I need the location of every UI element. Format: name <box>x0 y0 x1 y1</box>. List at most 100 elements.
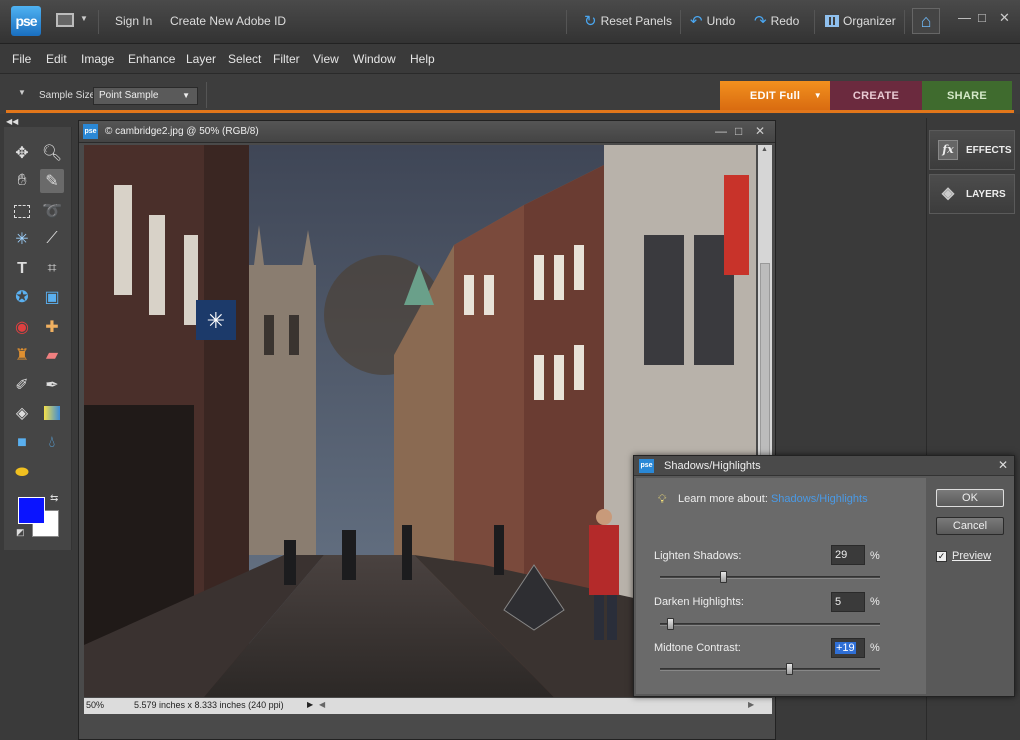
document-title: © cambridge2.jpg @ 50% (RGB/8) <box>105 126 259 137</box>
zoom-tool-icon[interactable]: 🔍︎ <box>40 141 64 165</box>
maximize-icon[interactable]: □ <box>978 10 986 25</box>
midtone-contrast-input[interactable]: +19 <box>831 638 865 658</box>
clone-stamp-tool-icon[interactable]: ♜ <box>10 343 34 367</box>
minimize-icon[interactable]: — <box>958 10 971 25</box>
darken-highlights-slider[interactable] <box>660 623 880 626</box>
eyedropper-tool-icon[interactable]: ✎ <box>40 169 64 193</box>
chevron-down-icon[interactable]: ▼ <box>18 88 26 97</box>
brush-tool-icon[interactable]: ✐ <box>10 373 34 397</box>
red-eye-tool-icon[interactable]: ◉ <box>10 315 34 339</box>
create-adobe-id-link[interactable]: Create New Adobe ID <box>170 14 286 28</box>
learn-more-link[interactable]: Shadows/Highlights <box>771 493 868 505</box>
ok-button[interactable]: OK <box>936 489 1004 507</box>
recompose-tool-icon[interactable]: ▣ <box>40 285 64 309</box>
reset-panels-button[interactable]: ↻ Reset Panels <box>584 11 672 31</box>
home-icon[interactable]: ⌂ <box>912 8 940 34</box>
preview-checkbox[interactable]: ✓ <box>936 551 947 562</box>
doc-minimize-icon[interactable]: — <box>715 124 727 138</box>
dialog-close-icon[interactable]: ✕ <box>998 458 1008 472</box>
menu-enhance[interactable]: Enhance <box>128 52 175 66</box>
sample-size-select[interactable]: Point Sample ▼ <box>93 87 198 105</box>
lighten-shadows-value: 29 <box>835 549 848 561</box>
lasso-tool-icon[interactable]: ➰ <box>40 199 64 223</box>
default-colors-icon[interactable]: ◩ <box>16 527 25 538</box>
close-icon[interactable]: ✕ <box>999 10 1010 26</box>
cookie-cutter-tool-icon[interactable]: ✪ <box>10 285 34 309</box>
redo-button[interactable]: ↷ Redo <box>754 11 799 31</box>
foreground-color-swatch[interactable] <box>18 497 45 524</box>
gradient-tool-icon[interactable] <box>40 401 64 425</box>
type-tool-icon[interactable]: T <box>10 257 34 281</box>
midtone-contrast-label: Midtone Contrast: <box>654 642 741 654</box>
sign-in-link[interactable]: Sign In <box>115 14 152 28</box>
toolbox: ✥ 🔍︎ ✋︎ ✎ ➰ ✳ ⟋ T ⌗ ✪ ▣ ◉ ✚ ♜ ▰ ✐ ✒ ◈ ■ … <box>4 127 72 550</box>
smart-brush-tool-icon[interactable]: ✒ <box>40 373 64 397</box>
shape-tool-icon[interactable]: ■ <box>10 431 34 455</box>
status-bar: 50% 5.579 inches x 8.333 inches (240 ppi… <box>84 698 772 714</box>
healing-brush-tool-icon[interactable]: ✚ <box>40 315 64 339</box>
tab-create[interactable]: CREATE <box>830 81 922 111</box>
scroll-left-icon[interactable]: ◀ <box>319 700 325 709</box>
quick-selection-tool-icon[interactable]: ⟋ <box>40 227 64 251</box>
doc-maximize-icon[interactable]: □ <box>735 124 742 138</box>
tab-share[interactable]: SHARE <box>922 81 1012 111</box>
darken-highlights-knob[interactable] <box>667 618 674 630</box>
scroll-up-icon[interactable]: ▲ <box>761 146 768 153</box>
scroll-right-icon[interactable]: ▶ <box>748 700 754 709</box>
paint-bucket-tool-icon[interactable]: ◈ <box>10 401 34 425</box>
menu-view[interactable]: View <box>313 52 339 66</box>
pse-logo: pse <box>11 6 41 36</box>
hand-tool-icon[interactable]: ✋︎ <box>10 169 34 193</box>
effects-panel-button[interactable]: fx EFFECTS <box>929 130 1015 170</box>
crop-tool-icon[interactable]: ⌗ <box>40 257 64 281</box>
menu-image[interactable]: Image <box>81 52 114 66</box>
menu-window[interactable]: Window <box>353 52 396 66</box>
undo-button[interactable]: ↶ Undo <box>690 11 735 31</box>
sponge-tool-icon[interactable]: ⬬ <box>10 461 34 485</box>
zoom-level[interactable]: 50% <box>86 700 104 710</box>
menu-help[interactable]: Help <box>410 52 435 66</box>
cancel-button[interactable]: Cancel <box>936 517 1004 535</box>
doc-close-icon[interactable]: ✕ <box>755 124 765 138</box>
move-tool-icon[interactable]: ✥ <box>10 141 34 165</box>
undo-icon: ↶ <box>690 13 703 30</box>
midtone-contrast-knob[interactable] <box>785 663 793 675</box>
midtone-contrast-value: +19 <box>835 642 856 654</box>
blur-tool-icon[interactable]: 💧︎ <box>40 431 64 455</box>
reset-panels-label: Reset Panels <box>600 14 672 28</box>
tab-edit-full[interactable]: EDIT Full ▼ <box>720 81 830 111</box>
layers-label: LAYERS <box>966 188 1006 200</box>
menu-edit[interactable]: Edit <box>46 52 67 66</box>
chevron-down-icon: ▼ <box>182 91 190 100</box>
magic-wand-tool-icon[interactable]: ✳ <box>10 227 34 251</box>
undo-label: Undo <box>706 14 736 28</box>
menu-select[interactable]: Select <box>228 52 261 66</box>
lighten-shadows-slider[interactable] <box>660 576 880 579</box>
eraser-tool-icon[interactable]: ▰ <box>40 343 64 367</box>
separator <box>904 10 905 34</box>
collapse-toolbox-icon[interactable]: ◀◀ <box>6 117 18 126</box>
redo-label: Redo <box>770 14 800 28</box>
preview-label[interactable]: Preview <box>952 550 991 562</box>
separator <box>814 10 815 34</box>
svg-text:✳: ✳ <box>207 309 225 334</box>
midtone-contrast-slider[interactable] <box>660 668 880 671</box>
layers-panel-button[interactable]: ◈ LAYERS <box>929 174 1015 214</box>
menu-file[interactable]: File <box>12 52 31 66</box>
organizer-button[interactable]: Organizer <box>825 11 896 31</box>
layout-icon[interactable] <box>56 13 74 27</box>
marquee-tool-icon[interactable] <box>10 199 34 223</box>
status-menu-icon[interactable]: ▶ <box>307 700 313 709</box>
sample-size-label: Sample Size: <box>39 90 98 101</box>
document-title-bar: pse © cambridge2.jpg @ 50% (RGB/8) — □ ✕ <box>79 121 775 143</box>
chevron-down-icon[interactable]: ▼ <box>80 14 88 23</box>
lighten-shadows-unit: % <box>870 550 880 562</box>
menu-filter[interactable]: Filter <box>273 52 300 66</box>
lighten-shadows-input[interactable]: 29 <box>831 545 865 565</box>
darken-highlights-input[interactable]: 5 <box>831 592 865 612</box>
darken-highlights-value: 5 <box>835 596 842 608</box>
effects-label: EFFECTS <box>966 144 1012 156</box>
swap-colors-icon[interactable]: ⇆ <box>50 493 58 504</box>
lighten-shadows-knob[interactable] <box>719 571 727 583</box>
menu-layer[interactable]: Layer <box>186 52 216 66</box>
